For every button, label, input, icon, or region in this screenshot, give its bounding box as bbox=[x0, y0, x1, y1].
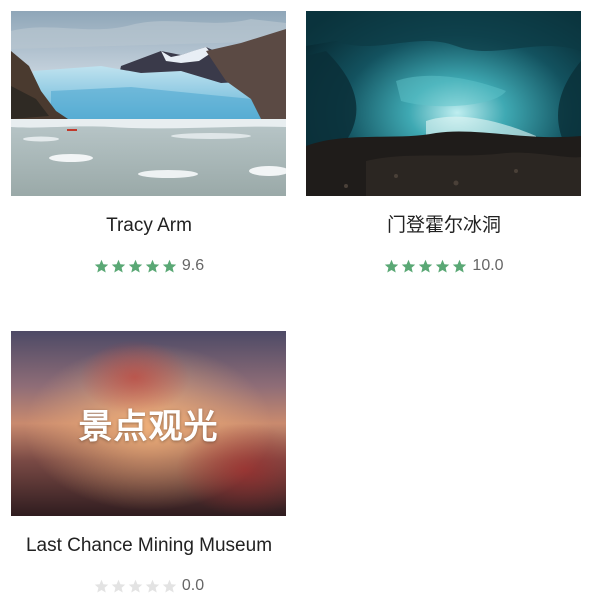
attractions-grid: Tracy Arm 9.6 门登霍尔冰洞 10.0 景点观光 Last Chan… bbox=[0, 0, 592, 604]
star-icon bbox=[418, 259, 433, 274]
attraction-photo-ice-cave[interactable] bbox=[306, 11, 581, 196]
star-icon bbox=[111, 259, 126, 274]
star-rating bbox=[94, 259, 179, 274]
attraction-title[interactable]: Last Chance Mining Museum bbox=[1, 534, 297, 558]
star-icon bbox=[94, 579, 109, 594]
star-icon bbox=[128, 259, 143, 274]
attraction-card[interactable]: Tracy Arm 9.6 bbox=[11, 11, 287, 311]
attraction-card[interactable]: 门登霍尔冰洞 10.0 bbox=[306, 11, 582, 311]
rating-score: 10.0 bbox=[472, 257, 504, 274]
rating-row: 9.6 bbox=[11, 256, 287, 276]
star-icon bbox=[162, 259, 177, 274]
star-icon bbox=[145, 579, 160, 594]
star-icon bbox=[128, 579, 143, 594]
star-rating bbox=[384, 259, 469, 274]
star-icon bbox=[435, 259, 450, 274]
star-icon bbox=[111, 579, 126, 594]
rating-score: 0.0 bbox=[181, 577, 205, 594]
attraction-photo-placeholder[interactable]: 景点观光 bbox=[11, 331, 286, 516]
placeholder-overlay-text: 景点观光 bbox=[78, 407, 219, 447]
star-icon bbox=[94, 259, 109, 274]
star-icon bbox=[401, 259, 416, 274]
rating-row: 10.0 bbox=[306, 256, 582, 276]
rating-row: 0.0 bbox=[11, 576, 287, 596]
attraction-photo-glacier[interactable] bbox=[11, 11, 286, 196]
star-icon bbox=[452, 259, 467, 274]
star-icon bbox=[145, 259, 160, 274]
attraction-title[interactable]: 门登霍尔冰洞 bbox=[296, 214, 592, 238]
rating-score: 9.6 bbox=[181, 257, 205, 274]
attraction-title[interactable]: Tracy Arm bbox=[1, 214, 297, 238]
star-icon bbox=[384, 259, 399, 274]
star-icon bbox=[162, 579, 177, 594]
star-rating bbox=[94, 579, 179, 594]
attraction-card[interactable]: 景点观光 Last Chance Mining Museum 0.0 bbox=[11, 331, 287, 604]
